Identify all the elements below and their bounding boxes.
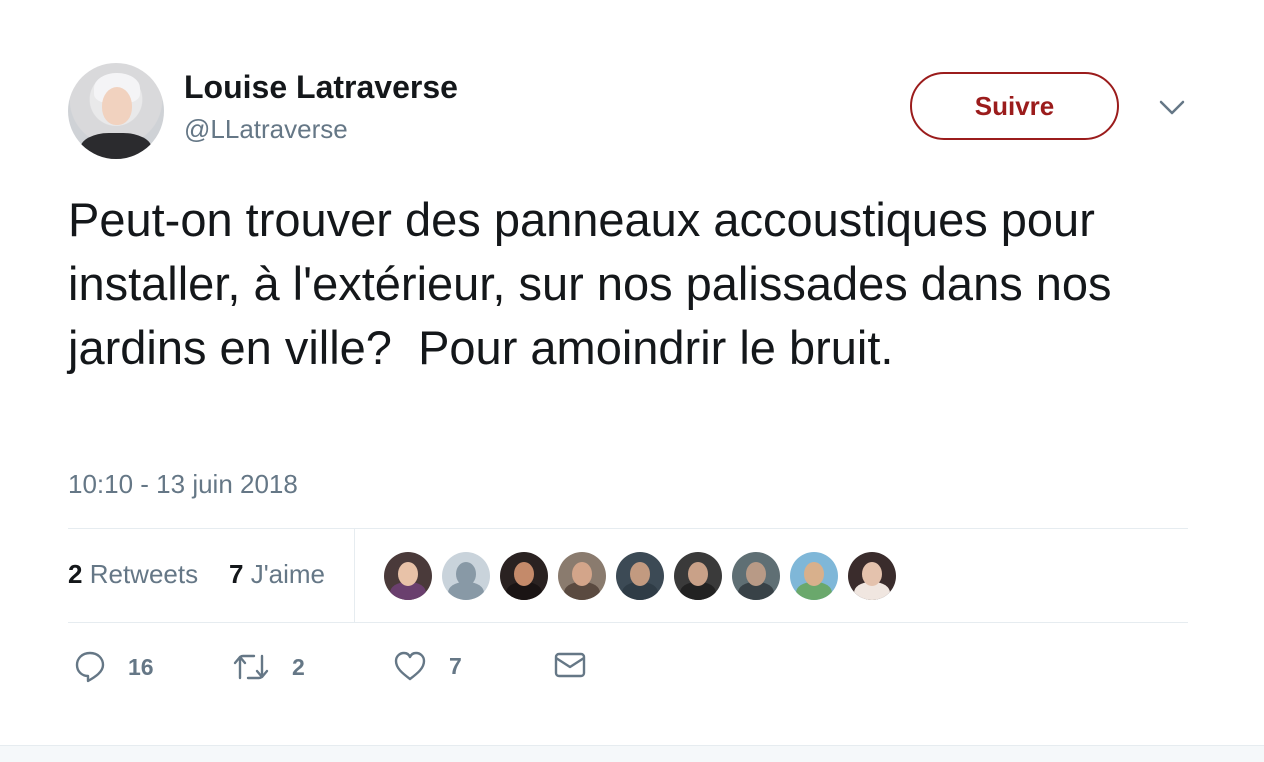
likes-label: J'aime: [250, 559, 326, 589]
stats-separator: [354, 529, 355, 623]
author-avatar[interactable]: [68, 63, 164, 159]
avatar-default-silhouette[interactable]: [442, 552, 490, 600]
avatar-woman-black-hair[interactable]: [500, 552, 548, 600]
retweets-count: 2: [68, 559, 83, 589]
retweet-count: 2: [292, 653, 305, 680]
divider-top: [68, 528, 1188, 529]
author-handle[interactable]: @LLatraverse: [184, 114, 348, 145]
avatar-woman-blonde[interactable]: [848, 552, 896, 600]
reply-action[interactable]: 16: [74, 650, 154, 684]
avatar-person-outdoors[interactable]: [790, 552, 838, 600]
tweet-timestamp[interactable]: 10:10 - 13 juin 2018: [68, 469, 298, 500]
liker-avatars: [384, 552, 896, 600]
reply-icon[interactable]: [74, 650, 106, 684]
tweet-card: Louise Latraverse @LLatraverse Suivre Pe…: [0, 0, 1264, 745]
follow-button[interactable]: Suivre: [910, 72, 1119, 140]
like-action[interactable]: 7: [393, 650, 462, 682]
avatar-woman-dark-hair[interactable]: [384, 552, 432, 600]
tweet-text: Peut-on trouver des panneaux accoustique…: [68, 193, 1125, 374]
chevron-down-icon[interactable]: [1158, 96, 1186, 120]
retweets-stat[interactable]: 2 Retweets: [68, 559, 198, 590]
envelope-icon[interactable]: [553, 650, 587, 680]
avatar-man-glasses[interactable]: [616, 552, 664, 600]
retweets-label: Retweets: [89, 559, 199, 589]
avatar-man-bald[interactable]: [674, 552, 722, 600]
author-name[interactable]: Louise Latraverse: [184, 69, 458, 106]
divider-bottom: [68, 622, 1188, 623]
heart-icon[interactable]: [393, 650, 427, 682]
retweet-icon[interactable]: [232, 650, 270, 684]
reply-count: 16: [128, 653, 154, 680]
retweet-action[interactable]: 2: [232, 650, 305, 684]
likes-stat[interactable]: 7 J'aime: [229, 559, 325, 590]
avatar-two-people[interactable]: [732, 552, 780, 600]
like-count: 7: [449, 652, 462, 679]
page-bottom-strip: [0, 745, 1264, 762]
message-action[interactable]: [553, 650, 587, 680]
avatar-man-beard[interactable]: [558, 552, 606, 600]
likes-count: 7: [229, 559, 244, 589]
